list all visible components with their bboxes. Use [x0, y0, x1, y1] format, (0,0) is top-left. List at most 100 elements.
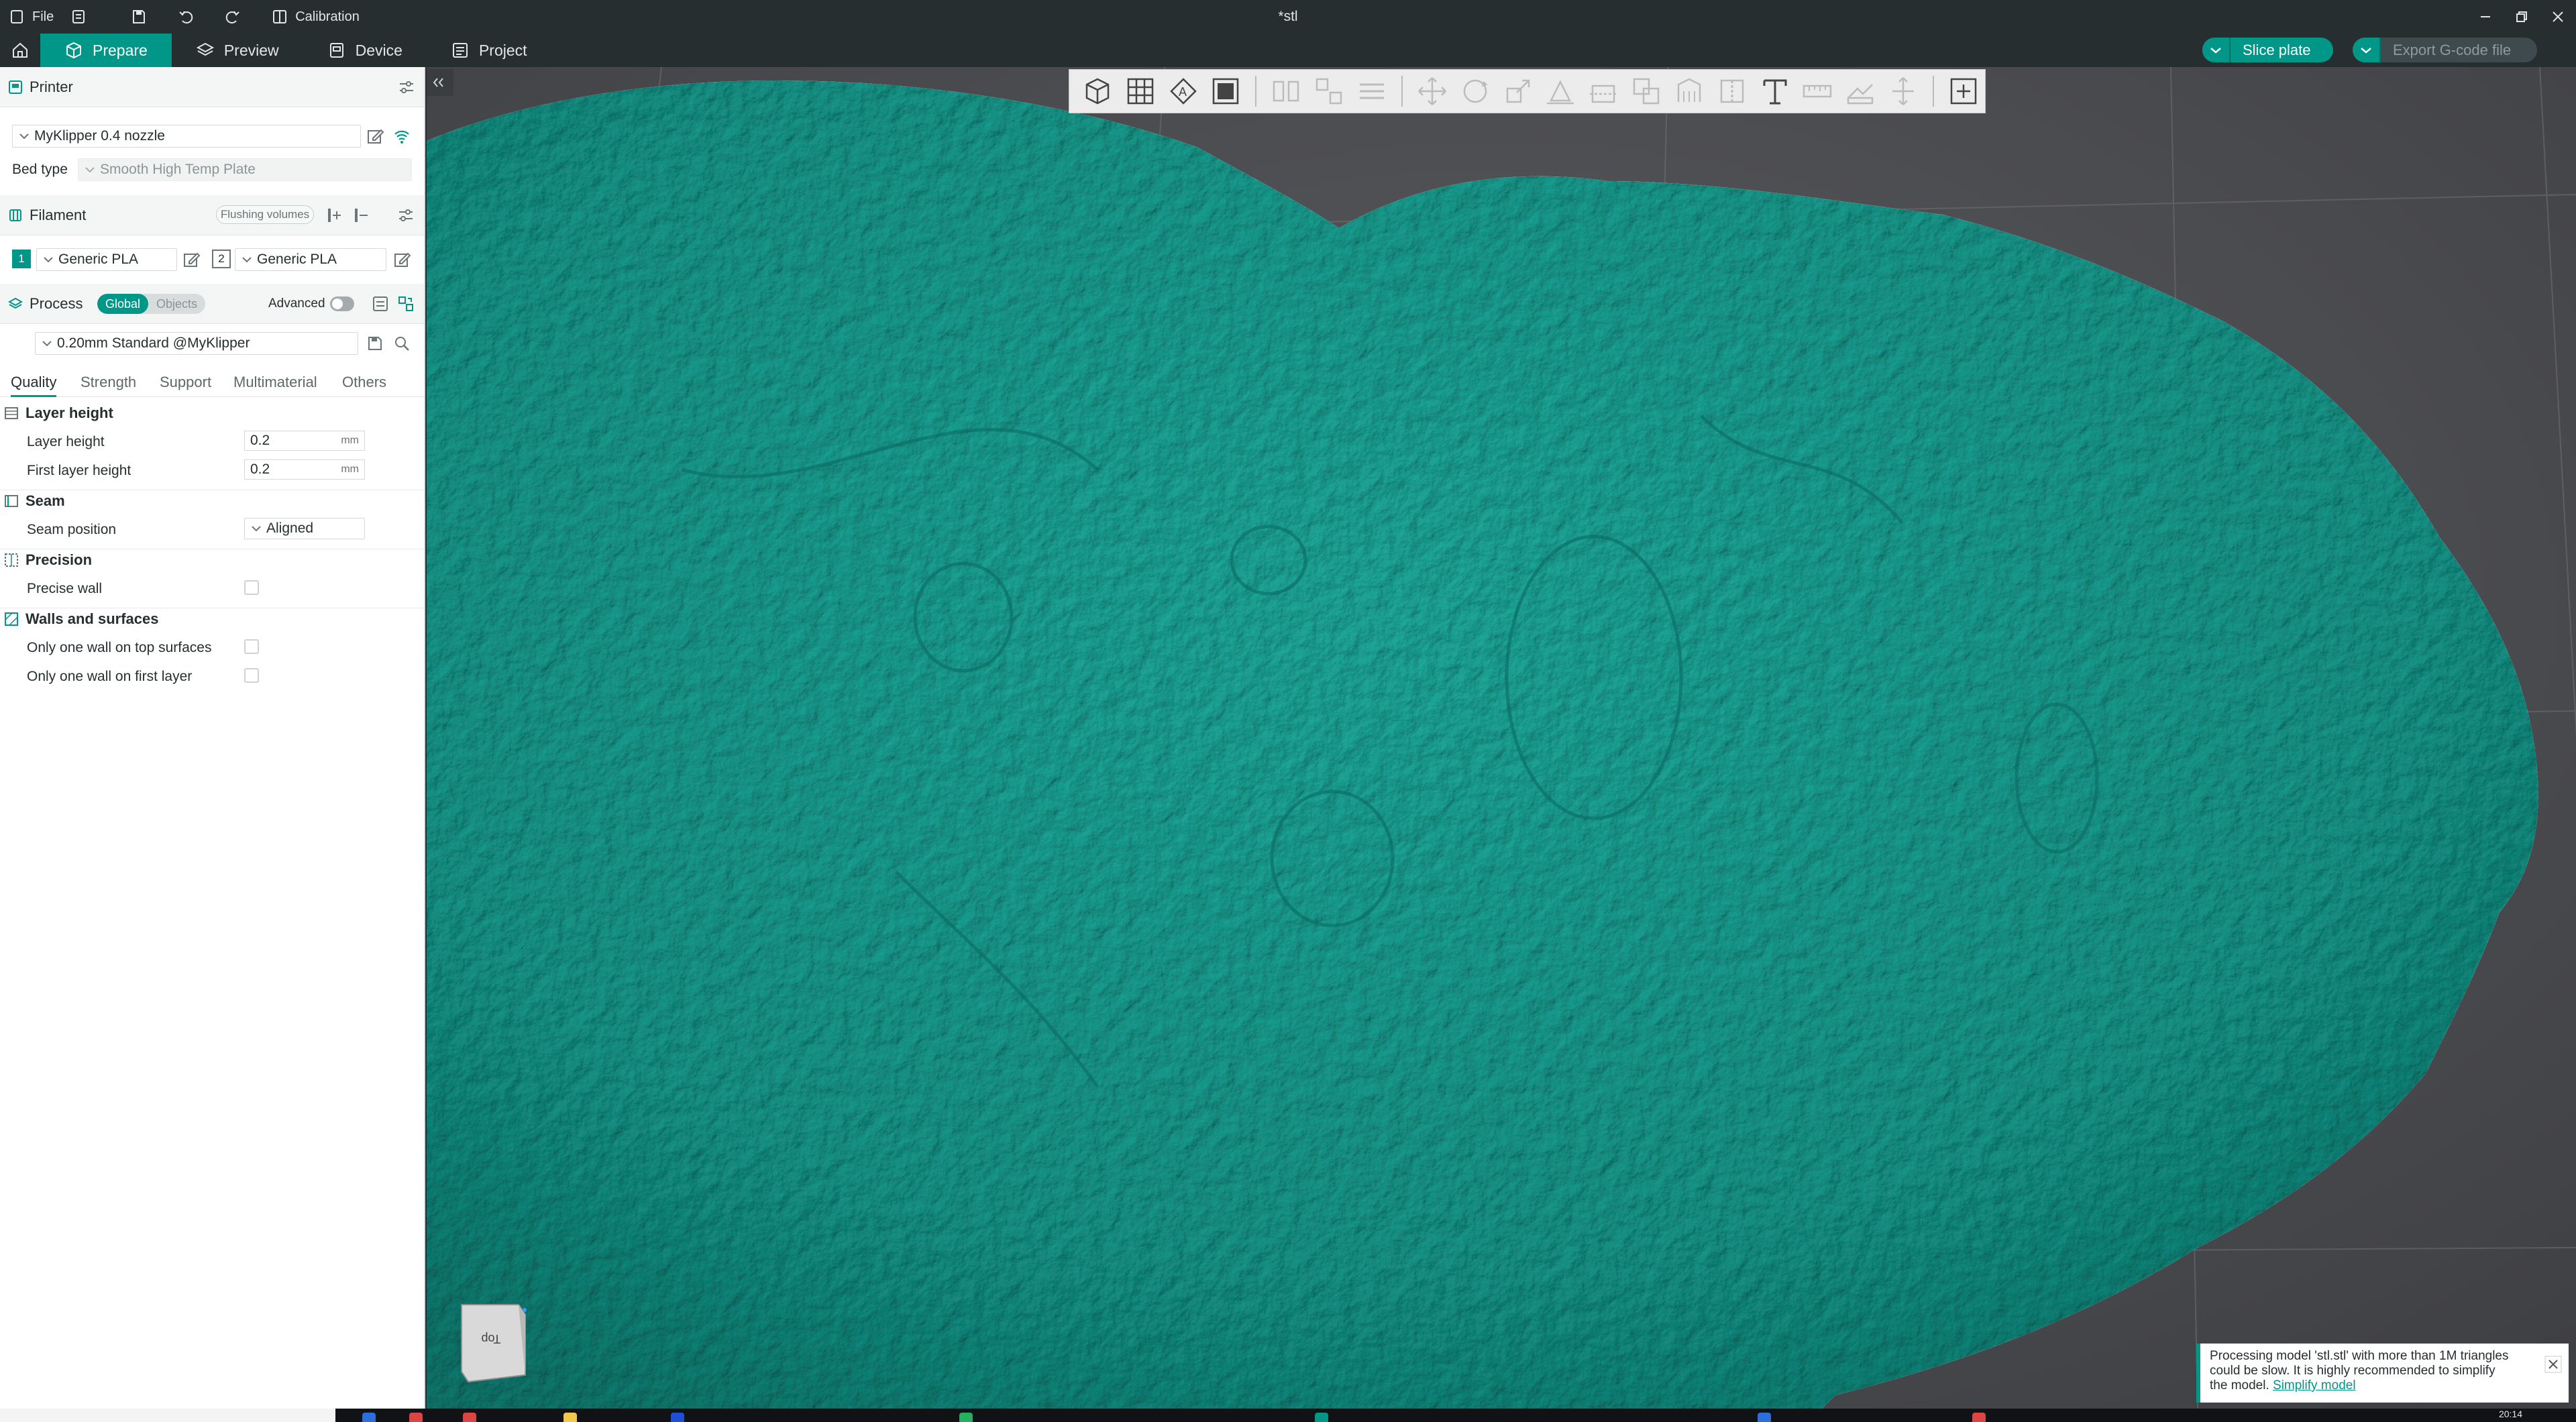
measure-button[interactable] — [1796, 71, 1839, 111]
height-range-icon — [1892, 77, 1915, 105]
seam-group: Seam — [0, 490, 424, 512]
home-button[interactable] — [0, 34, 40, 67]
wifi-icon[interactable] — [393, 127, 411, 145]
global-scope-option[interactable]: Global — [97, 294, 149, 314]
slice-plate-button[interactable]: Slice plate — [2202, 38, 2333, 62]
filament-slot-1-select[interactable]: Generic PLA — [36, 248, 177, 271]
minimize-button[interactable] — [2467, 0, 2504, 34]
tab-project[interactable]: Project — [427, 34, 551, 67]
mesh-boolean-button[interactable] — [1625, 71, 1668, 111]
tab-support[interactable]: Support — [160, 368, 211, 397]
undo-icon — [179, 11, 193, 23]
taskbar-app-icon[interactable] — [671, 1413, 684, 1422]
view-menu-button[interactable] — [1942, 71, 1985, 111]
split-objects-button[interactable] — [1265, 71, 1307, 111]
save-preset-icon[interactable] — [366, 335, 384, 352]
model-canvas[interactable] — [427, 67, 2576, 1409]
move-button[interactable] — [1411, 71, 1454, 111]
add-object-button[interactable] — [1076, 71, 1119, 111]
export-gcode-button[interactable]: Export G-code file — [2353, 38, 2537, 62]
flushing-volumes-button[interactable]: Flushing volumes — [216, 205, 314, 224]
rotate-button[interactable] — [1454, 71, 1497, 111]
edit-filament-1-icon[interactable] — [182, 251, 200, 268]
redo-button[interactable] — [216, 0, 250, 34]
calibration-menu[interactable]: Calibration — [263, 0, 368, 34]
plate-button[interactable] — [1205, 71, 1248, 111]
collapse-sidebar-button[interactable] — [427, 69, 453, 96]
open-project-button[interactable] — [62, 0, 95, 34]
objects-scope-option[interactable]: Objects — [148, 294, 205, 314]
one-wall-top-checkbox[interactable] — [244, 639, 259, 654]
taskbar-app-icon[interactable] — [409, 1413, 423, 1422]
move-icon — [1417, 77, 1446, 105]
simplify-model-link[interactable]: Simplify model — [2273, 1378, 2356, 1392]
taskbar-app-icon[interactable] — [564, 1413, 577, 1422]
view-settings-icon — [1950, 78, 1977, 105]
view-cube[interactable]: Top — [455, 1301, 529, 1385]
layers-editing-button[interactable] — [1350, 71, 1393, 111]
filament-settings-icon[interactable] — [397, 207, 415, 224]
tab-preview[interactable]: Preview — [172, 34, 303, 67]
tab-device[interactable]: Device — [303, 34, 427, 67]
tab-project-label: Project — [478, 41, 527, 59]
close-window-button[interactable] — [2540, 0, 2576, 34]
file-menu[interactable]: File — [0, 0, 62, 34]
cut-button[interactable] — [1582, 71, 1625, 111]
remove-filament-icon[interactable] — [353, 207, 370, 224]
compare-presets-icon[interactable] — [372, 295, 389, 313]
taskbar-app-icon[interactable] — [959, 1413, 973, 1422]
printer-settings-icon[interactable] — [397, 78, 416, 97]
slice-options-dropdown[interactable] — [2202, 38, 2231, 62]
chevron-down-icon — [42, 341, 52, 347]
edit-filament-2-icon[interactable] — [393, 251, 411, 268]
process-scope-switch[interactable]: Global Objects — [97, 294, 206, 314]
process-preset-select[interactable]: 0.20mm Standard @MyKlipper — [35, 332, 358, 355]
tab-multimaterial[interactable]: Multimaterial — [233, 368, 317, 397]
layer-height-input[interactable]: 0.2 mm — [244, 431, 365, 451]
walls-surfaces-group-title: Walls and surfaces — [25, 610, 159, 627]
first-layer-height-input[interactable]: 0.2 mm — [244, 459, 365, 480]
assembly-button[interactable] — [1839, 71, 1882, 111]
taskbar-app-icon[interactable] — [362, 1413, 376, 1422]
taskbar-app-icon[interactable] — [1972, 1413, 1986, 1422]
filament-slot-2-select[interactable]: Generic PLA — [235, 248, 386, 271]
seam-position-select[interactable]: Aligned — [244, 518, 365, 539]
auto-orient-button[interactable]: A — [1162, 71, 1205, 111]
support-paint-button[interactable] — [1668, 71, 1711, 111]
tab-others[interactable]: Others — [342, 368, 386, 397]
height-range-button[interactable] — [1882, 71, 1925, 111]
tab-strength[interactable]: Strength — [80, 368, 136, 397]
search-icon[interactable] — [393, 335, 411, 352]
tab-quality[interactable]: Quality — [11, 368, 57, 397]
lay-on-face-button[interactable] — [1539, 71, 1582, 111]
add-filament-icon[interactable] — [326, 207, 343, 224]
export-options-dropdown[interactable] — [2353, 38, 2381, 62]
taskbar-app-icon[interactable] — [1758, 1413, 1771, 1422]
precise-wall-checkbox[interactable] — [244, 580, 259, 595]
filament-slot-1-index: 1 — [12, 250, 31, 268]
restore-button[interactable] — [2504, 0, 2540, 34]
one-wall-first-checkbox[interactable] — [244, 668, 259, 683]
edit-printer-icon[interactable] — [366, 127, 384, 145]
bed-type-select[interactable]: Smooth High Temp Plate — [78, 158, 412, 181]
taskbar-search[interactable] — [0, 1409, 335, 1422]
advanced-toggle[interactable] — [330, 296, 354, 311]
process-settings-icon[interactable] — [397, 295, 415, 313]
lay-on-face-icon — [1547, 80, 1574, 105]
taskbar-app-icon[interactable] — [1315, 1413, 1328, 1422]
save-button[interactable] — [122, 0, 156, 34]
split-parts-button[interactable] — [1307, 71, 1350, 111]
scale-button[interactable] — [1497, 71, 1540, 111]
taskbar-clock: 20:14 — [2498, 1409, 2522, 1419]
undo-button[interactable] — [169, 0, 203, 34]
tab-prepare[interactable]: Prepare — [40, 34, 172, 67]
close-notification-icon[interactable] — [2544, 1356, 2562, 1373]
text-button[interactable] — [1754, 71, 1796, 111]
arrange-grid-button[interactable] — [1119, 71, 1162, 111]
taskbar-app-icon[interactable] — [463, 1413, 476, 1422]
calibration-label: Calibration — [295, 9, 360, 24]
filament-slot-2-name: Generic PLA — [257, 252, 337, 267]
3d-viewport[interactable] — [427, 67, 2576, 1409]
printer-select[interactable]: MyKlipper 0.4 nozzle — [12, 125, 361, 148]
seam-paint-button[interactable] — [1711, 71, 1754, 111]
